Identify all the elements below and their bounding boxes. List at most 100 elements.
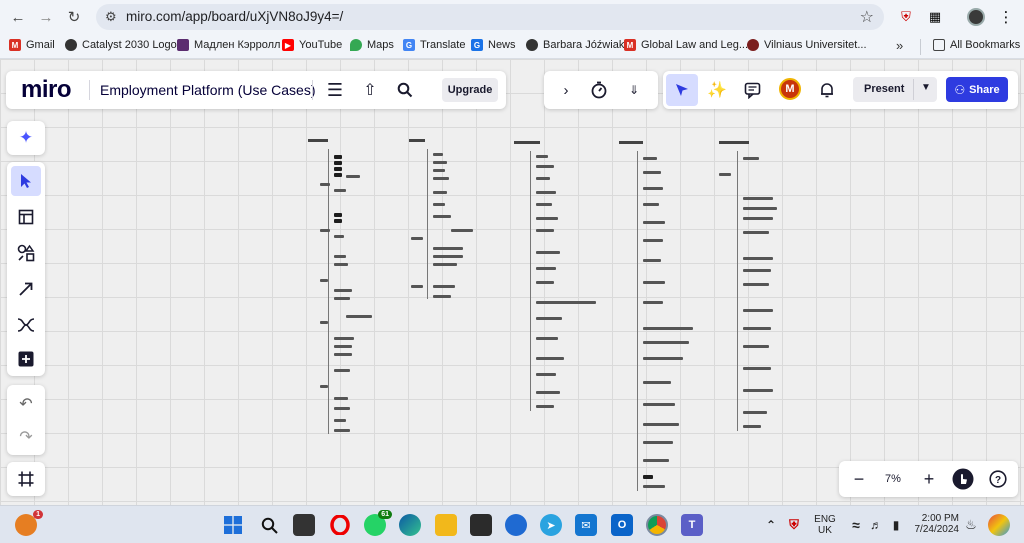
back-arrow-icon[interactable]: ← (8, 7, 28, 27)
history-toolbar: ↶ ↷ (7, 385, 45, 455)
chevron-up-icon[interactable]: ⌃ (760, 514, 782, 536)
edge-icon[interactable] (399, 514, 421, 536)
share-button[interactable]: ⚇ Share (946, 77, 1008, 102)
chevron-down-icon[interactable]: ▼ (921, 82, 931, 93)
zoom-level[interactable]: 7% (885, 473, 901, 485)
present-button[interactable]: Present ▼ (853, 77, 937, 102)
cursor-arrow-icon (21, 174, 31, 188)
gmail-icon: M (624, 39, 636, 51)
news-icon: G (471, 39, 483, 51)
extension-shield-icon[interactable]: ⛨ (896, 7, 916, 27)
bookmark-news[interactable]: G News (471, 39, 516, 51)
arrow-line-icon (19, 282, 33, 296)
board-title[interactable]: Employment Platform (Use Cases) (100, 82, 316, 98)
browser-menu-icon[interactable]: ⋮ (996, 7, 1016, 27)
telegram-icon[interactable]: ➤ (540, 514, 562, 536)
zoom-in-icon[interactable]: + (918, 468, 940, 490)
celebrate-icon[interactable]: ✨ (706, 79, 728, 101)
address-bar[interactable]: ⚙ miro.com/app/board/uXjVN8oJ9y4=/ ☆ (96, 4, 884, 30)
clock[interactable]: 2:00 PM 7/24/2024 (905, 513, 960, 535)
university-seal-icon (747, 39, 759, 51)
task-view-icon[interactable] (293, 514, 315, 536)
battery-icon[interactable]: ▮ (885, 514, 907, 536)
zoom-panel: − + ? (839, 461, 1018, 497)
shapes-tool[interactable] (11, 238, 41, 268)
wifi-icon[interactable]: ≈ (845, 514, 867, 536)
user-avatar[interactable]: M (779, 78, 801, 100)
maps-pin-icon (350, 39, 362, 51)
bell-icon[interactable] (816, 79, 838, 101)
extensions-puzzle-icon[interactable]: ▦ (925, 7, 945, 27)
bookmark-favicon-icon (177, 39, 189, 51)
speedtest-icon[interactable] (505, 514, 527, 536)
bookmark-catalyst[interactable]: Catalyst 2030 Logo (65, 39, 177, 51)
microsoft-store-icon[interactable] (470, 514, 492, 536)
upgrade-button[interactable]: Upgrade (442, 78, 498, 102)
bookmark-barbara[interactable]: Barbara Jóźwiak (526, 39, 624, 51)
shapes-icon (17, 244, 35, 262)
chevron-double-down-icon[interactable]: ⇓ (624, 80, 644, 100)
bookmark-global-law[interactable]: M Global Law and Leg... (624, 39, 748, 51)
language-indicator[interactable]: ENG UK (810, 514, 840, 536)
translate-icon: G (403, 39, 415, 51)
weather-icon[interactable]: 1 (15, 510, 43, 536)
redo-icon[interactable]: ↷ (11, 422, 41, 452)
windows-start-icon[interactable] (222, 514, 244, 536)
forward-arrow-icon[interactable]: → (36, 7, 56, 27)
url-text: miro.com/app/board/uXjVN8oJ9y4=/ (126, 9, 344, 24)
file-explorer-icon[interactable] (435, 514, 457, 536)
zoom-out-icon[interactable]: − (848, 468, 870, 490)
timer-panel: › ⇓ (544, 71, 658, 109)
timer-icon[interactable] (588, 79, 610, 101)
bookmark-vilniaus[interactable]: Vilniaus Universitet... (747, 39, 867, 51)
connector-tool[interactable] (11, 274, 41, 304)
templates-tool[interactable] (11, 202, 41, 232)
miro-logo[interactable]: miro (21, 76, 72, 104)
bookmarks-divider (920, 39, 921, 55)
folder-icon (933, 39, 945, 51)
whatsapp-icon[interactable]: 61 (364, 510, 392, 536)
mail-icon[interactable]: ✉ (575, 514, 597, 536)
globe-icon (526, 39, 538, 51)
notification-bell-icon[interactable]: ♨ (960, 514, 982, 536)
chrome-icon[interactable] (646, 514, 668, 536)
board-canvas[interactable] (0, 59, 1024, 505)
help-icon[interactable]: ? (987, 468, 1009, 490)
reload-icon[interactable]: ↻ (64, 7, 84, 27)
bookmark-youtube[interactable]: ▶ YouTube (282, 39, 342, 51)
upload-icon[interactable]: ⇧ (359, 79, 381, 101)
bookmark-star-icon[interactable]: ☆ (860, 7, 874, 27)
site-settings-icon[interactable]: ⚙ (105, 9, 117, 25)
more-tools[interactable] (11, 344, 41, 374)
search-icon[interactable] (394, 79, 416, 101)
teams-icon[interactable]: T (681, 514, 703, 536)
search-icon[interactable] (258, 514, 280, 536)
profile-avatar[interactable] (967, 8, 985, 26)
select-tool[interactable] (11, 166, 41, 196)
mind-map-tool[interactable] (11, 310, 41, 340)
security-shield-icon[interactable]: ⛨ (783, 514, 805, 536)
layout-icon (18, 209, 34, 225)
sparkle-ai-icon[interactable]: ✦ (11, 123, 41, 153)
svg-text:?: ? (995, 475, 1001, 486)
bookmark-madlen[interactable]: Мадлен Кэрролл (177, 39, 280, 51)
more-bookmarks-chevron-icon[interactable]: » (896, 38, 903, 53)
hand-pointer-icon[interactable] (952, 468, 974, 490)
bookmark-translate[interactable]: G Translate (403, 39, 465, 51)
outlook-icon[interactable]: O (611, 514, 633, 536)
users-icon: ⚇ (954, 82, 966, 97)
cursor-arrow-icon[interactable] (671, 79, 693, 101)
bookmark-maps[interactable]: Maps (350, 39, 394, 51)
all-bookmarks-folder[interactable]: All Bookmarks (933, 39, 1020, 51)
volume-icon[interactable]: ♬ (865, 514, 887, 536)
menu-icon[interactable]: ☰ (324, 79, 346, 101)
chevron-right-icon[interactable]: › (556, 80, 576, 100)
bookmark-gmail[interactable]: M Gmail (9, 39, 55, 51)
frames-panel (7, 462, 45, 496)
frame-icon[interactable] (11, 464, 41, 494)
opera-icon[interactable] (329, 514, 351, 536)
browser-toolbar: ← → ↻ ⚙ miro.com/app/board/uXjVN8oJ9y4=/… (0, 0, 1024, 34)
undo-icon[interactable]: ↶ (11, 389, 41, 419)
comment-icon[interactable] (741, 79, 763, 101)
copilot-icon[interactable] (988, 514, 1010, 536)
